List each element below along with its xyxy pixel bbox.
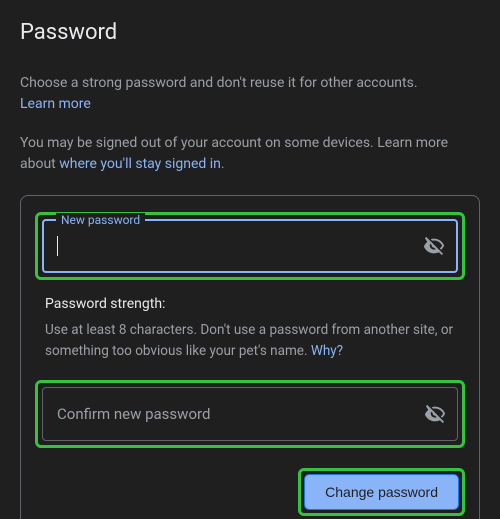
actions-row: Change password <box>35 468 465 516</box>
signout-period: . <box>221 156 225 172</box>
change-password-button[interactable]: Change password <box>305 475 458 509</box>
password-strength: Password strength: Use at least 8 charac… <box>45 296 455 362</box>
confirm-password-field[interactable]: Confirm new password <box>42 387 458 441</box>
page-title: Password <box>20 20 480 45</box>
strength-desc: Use at least 8 characters. Don't use a p… <box>45 322 453 359</box>
strength-title: Password strength: <box>45 296 455 312</box>
confirm-password-placeholder: Confirm new password <box>57 405 413 423</box>
new-password-highlight: New password <box>35 212 465 280</box>
password-card: New password Password strength: Use at l… <box>20 195 480 519</box>
new-password-label: New password <box>56 213 145 227</box>
signout-text: You may be signed out of your account on… <box>20 133 480 175</box>
text-cursor <box>57 236 58 256</box>
strength-why-link[interactable]: Why? <box>311 343 343 359</box>
visibility-off-icon[interactable] <box>422 234 446 258</box>
new-password-field[interactable]: New password <box>42 219 458 273</box>
stay-signed-in-link[interactable]: where you'll stay signed in <box>59 156 221 172</box>
confirm-password-highlight: Confirm new password <box>35 380 465 448</box>
intro-line: Choose a strong password and don't reuse… <box>20 75 418 91</box>
visibility-off-icon[interactable] <box>423 402 447 426</box>
learn-more-link[interactable]: Learn more <box>20 96 91 112</box>
strength-text: Use at least 8 characters. Don't use a p… <box>45 320 455 362</box>
change-password-highlight: Change password <box>298 468 465 516</box>
intro-text: Choose a strong password and don't reuse… <box>20 73 480 115</box>
